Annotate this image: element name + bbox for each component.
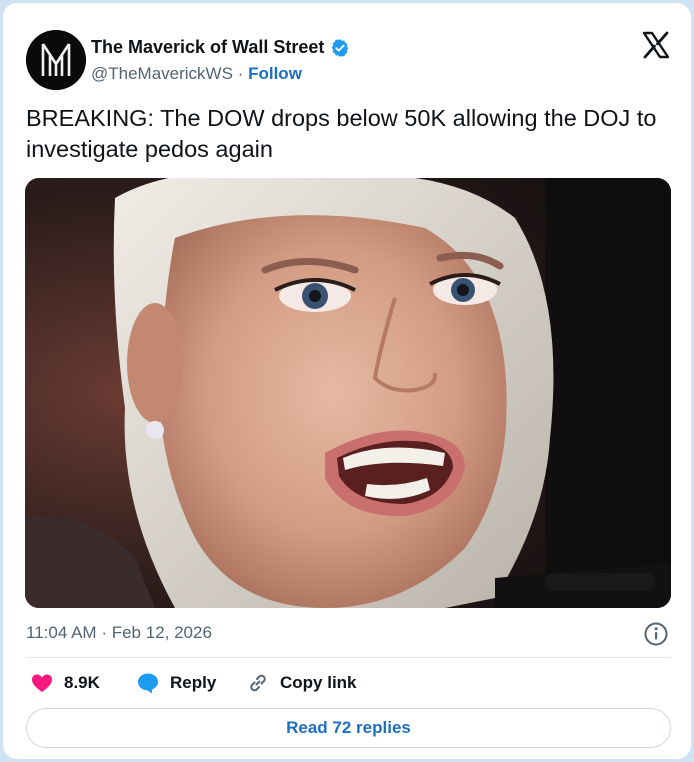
author-handle[interactable]: @TheMaverickWS (91, 64, 233, 83)
copy-link-button[interactable]: Copy link (246, 671, 357, 695)
read-replies-button[interactable]: Read 72 replies (26, 708, 671, 748)
follow-button[interactable]: Follow (248, 64, 302, 83)
link-icon (250, 674, 266, 692)
tweet-timestamp[interactable]: 11:04 AM · Feb 12, 2026 (26, 623, 212, 643)
handle-separator: · (237, 64, 244, 83)
timestamp-separator: · (101, 623, 107, 642)
reply-button[interactable]: Reply (136, 671, 216, 695)
author-name-text: The Maverick of Wall Street (91, 37, 325, 57)
tweet-actions: 8.9K Reply Copy link (3, 671, 691, 699)
like-count: 8.9K (64, 673, 100, 692)
heart-icon (32, 674, 52, 692)
speech-bubble-icon (138, 673, 158, 694)
tweet-time: 11:04 AM (26, 623, 97, 642)
author-handle-line: @TheMaverickWS · Follow (91, 64, 302, 84)
tweet-text: BREAKING: The DOW drops below 50K allowi… (26, 105, 657, 162)
divider (26, 657, 671, 658)
author-avatar[interactable] (26, 30, 86, 90)
copy-link-label: Copy link (280, 673, 357, 692)
x-logo-icon[interactable] (641, 31, 671, 59)
maverick-logo-icon (26, 30, 86, 90)
author-display-name[interactable]: The Maverick of Wall Street (91, 37, 350, 58)
photo-woman-speaking (25, 178, 671, 608)
info-icon[interactable] (643, 621, 669, 647)
tweet-card: The Maverick of Wall Street @TheMaverick… (3, 3, 691, 759)
like-button[interactable]: 8.9K (30, 671, 100, 695)
verified-badge-icon (332, 38, 349, 57)
tweet-photo[interactable] (25, 178, 671, 608)
tweet-date: Feb 12, 2026 (111, 623, 212, 642)
reply-label: Reply (170, 673, 217, 692)
